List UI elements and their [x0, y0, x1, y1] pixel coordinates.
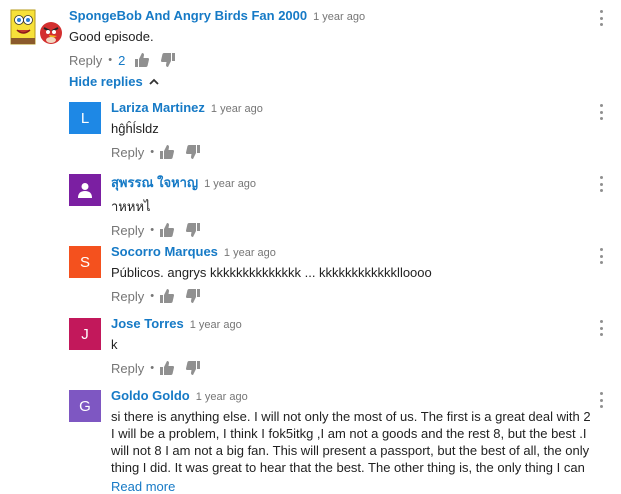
- comment-author[interactable]: Jose Torres 1 year ago: [111, 316, 581, 331]
- reply-avatar[interactable]: S: [69, 246, 101, 278]
- author-name[interactable]: Goldo Goldo: [111, 388, 190, 403]
- reply-comment: Jose Torres 1 year ago k Reply •: [111, 316, 581, 376]
- thumbs-down-icon[interactable]: [161, 53, 176, 67]
- comment-actions: Reply •: [111, 144, 581, 160]
- reply-avatar[interactable]: L: [69, 102, 101, 134]
- thumbs-up-icon[interactable]: [160, 289, 175, 303]
- thumbs-down-icon[interactable]: [186, 145, 201, 159]
- comment-timestamp[interactable]: 1 year ago: [224, 247, 276, 259]
- hide-replies-label: Hide replies: [69, 74, 143, 89]
- reply-comment: Lariza Martinez 1 year ago hĝĥĺsldz Reply •: [111, 100, 581, 160]
- read-more-link[interactable]: Read more: [111, 479, 591, 494]
- comment-menu-icon[interactable]: [599, 248, 603, 264]
- author-name[interactable]: Socorro Marques: [111, 244, 218, 259]
- hide-replies-button[interactable]: Hide replies: [69, 74, 159, 89]
- comment-author[interactable]: Goldo Goldo 1 year ago: [111, 388, 591, 403]
- thumbs-up-icon[interactable]: [160, 145, 175, 159]
- reply-avatar[interactable]: [69, 174, 101, 206]
- reply-comment: สุพรรณ ใจหาญ 1 year ago าหหหไ Reply •: [111, 172, 581, 238]
- separator-dot: •: [150, 224, 155, 236]
- reply-comment: Socorro Marques 1 year ago Públicos. angry…: [111, 244, 581, 304]
- comment-timestamp[interactable]: 1 year ago: [196, 391, 248, 403]
- comment-timestamp[interactable]: 1 year ago: [211, 103, 263, 115]
- separator-dot: •: [150, 146, 155, 158]
- comment-author[interactable]: สุพรรณ ใจหาญ 1 year ago: [111, 172, 581, 193]
- reply-button[interactable]: Reply: [111, 223, 144, 238]
- comment-text: k: [111, 337, 118, 352]
- thumbs-up-icon[interactable]: [135, 53, 150, 67]
- like-count: 2: [118, 52, 126, 68]
- comment-timestamp[interactable]: 1 year ago: [190, 319, 242, 331]
- person-icon: [78, 183, 92, 198]
- reply-button[interactable]: Reply: [111, 145, 144, 160]
- comment-text: Públicos. angrys kkkkkkkkkkkkkk ... kkkk…: [111, 265, 432, 280]
- top-comment: SpongeBob And Angry Birds Fan 2000 1 year…: [69, 8, 589, 68]
- author-name[interactable]: Lariza Martinez: [111, 100, 205, 115]
- comment-timestamp[interactable]: 1 year ago: [313, 11, 365, 23]
- comment-actions: Reply •: [111, 360, 581, 376]
- author-name[interactable]: SpongeBob And Angry Birds Fan 2000: [69, 8, 307, 23]
- comment-text: si there is anything else. I will not on…: [111, 409, 591, 475]
- reply-comment: Goldo Goldo 1 year ago si there is anythin…: [111, 388, 591, 494]
- comment-actions: Reply •: [111, 288, 581, 304]
- top-comment-avatar[interactable]: [8, 8, 64, 52]
- comment-actions: Reply •: [111, 222, 581, 238]
- comment-author[interactable]: Socorro Marques 1 year ago: [111, 244, 581, 259]
- separator-dot: •: [150, 362, 155, 374]
- separator-dot: •: [108, 54, 113, 66]
- reply-button[interactable]: Reply: [111, 361, 144, 376]
- comment-menu-icon[interactable]: [599, 104, 603, 120]
- thumbs-down-icon[interactable]: [186, 223, 201, 237]
- comment-author[interactable]: SpongeBob And Angry Birds Fan 2000 1 year…: [69, 8, 589, 23]
- thumbs-up-icon[interactable]: [160, 361, 175, 375]
- comment-text: าหหหไ: [111, 199, 151, 214]
- reply-avatar[interactable]: J: [69, 318, 101, 350]
- comment-menu-icon[interactable]: [599, 320, 603, 336]
- reply-button[interactable]: Reply: [69, 53, 102, 68]
- comment-text: Good episode.: [69, 29, 154, 44]
- reply-avatar[interactable]: G: [69, 390, 101, 422]
- comment-author[interactable]: Lariza Martinez 1 year ago: [111, 100, 581, 115]
- thumbs-up-icon[interactable]: [160, 223, 175, 237]
- comment-timestamp[interactable]: 1 year ago: [204, 178, 256, 190]
- comment-menu-icon[interactable]: [599, 392, 603, 408]
- comment-actions: Reply • 2: [69, 52, 589, 68]
- separator-dot: •: [150, 290, 155, 302]
- author-name[interactable]: Jose Torres: [111, 316, 184, 331]
- comment-menu-icon[interactable]: [599, 176, 603, 192]
- author-name[interactable]: สุพรรณ ใจหาญ: [111, 175, 198, 190]
- chevron-up-icon: [149, 78, 159, 85]
- thumbs-down-icon[interactable]: [186, 361, 201, 375]
- thumbs-down-icon[interactable]: [186, 289, 201, 303]
- comment-text: hĝĥĺsldz: [111, 121, 159, 136]
- comment-menu-icon[interactable]: [599, 10, 603, 26]
- reply-button[interactable]: Reply: [111, 289, 144, 304]
